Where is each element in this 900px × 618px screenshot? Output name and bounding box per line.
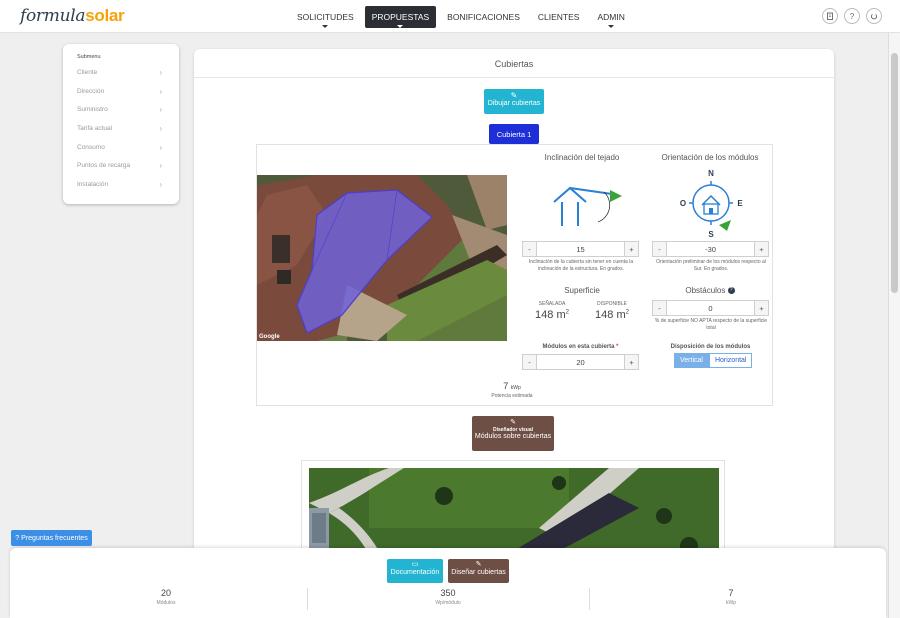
help-icon: ? [15, 534, 20, 542]
inclination-note: Inclinación de la cubierta sin tener en … [528, 259, 634, 272]
decrement-button[interactable]: - [653, 301, 667, 315]
chevron-right-icon: › [159, 86, 162, 96]
help-icon[interactable]: ? [727, 287, 735, 295]
design-roofs-button[interactable]: ✎ Diseñar cubiertas [448, 559, 509, 583]
nav-item-bonificaciones[interactable]: BONIFICACIONES [440, 6, 527, 28]
nav-item-admin[interactable]: ADMIN [590, 6, 631, 28]
help-icon[interactable]: ? [844, 8, 860, 24]
stat-modules: 20 Módulos [156, 588, 176, 606]
orientation-stepper[interactable]: - -30 + [652, 241, 769, 257]
map-attribution: Google [259, 334, 280, 340]
inclination-value[interactable]: 15 [537, 242, 624, 256]
roof-panel: Google Inclinación del tejado - 15 + Inc… [256, 144, 773, 406]
chevron-right-icon: › [159, 105, 162, 115]
obstacles-value[interactable]: 0 [667, 301, 754, 315]
roofs-card: Cubiertas ✎ Dibujar cubiertas Cubierta 1 [194, 49, 834, 569]
edit-icon: ✎ [510, 419, 516, 426]
caret-down-icon [322, 25, 329, 28]
submenu-item-tarifa[interactable]: Tarifa actual › [77, 122, 179, 141]
draw-roofs-button[interactable]: ✎ Dibujar cubiertas [484, 89, 544, 114]
main-nav: SOLICITUDES PROPUESTAS BONIFICACIONES CL… [290, 6, 632, 28]
brand-logo[interactable]: formulasolar [20, 6, 125, 26]
chevron-right-icon: › [159, 180, 162, 190]
layout-horizontal-option[interactable]: Horizontal [708, 353, 753, 368]
increment-button[interactable]: + [754, 301, 768, 315]
submenu-item-suministro[interactable]: Suministro › [77, 103, 179, 122]
modules-stepper[interactable]: - 20 + [522, 354, 639, 370]
decrement-button[interactable]: - [523, 355, 537, 369]
obstacles-stepper[interactable]: - 0 + [652, 300, 769, 316]
nav-item-propuestas[interactable]: PROPUESTAS [364, 6, 437, 28]
submenu-item-recarga[interactable]: Puntos de recarga › [77, 159, 179, 178]
chevron-right-icon: › [159, 142, 162, 152]
submenu-item-instalacion[interactable]: Instalación › [77, 178, 179, 197]
orientation-value[interactable]: -30 [667, 242, 754, 256]
edit-icon: ✎ [510, 91, 518, 100]
compass-n: N [708, 169, 714, 178]
aerial-roof-map[interactable]: Google [257, 175, 507, 341]
compass-e: E [737, 199, 743, 208]
page-title: Cubiertas [494, 59, 534, 69]
summary-footer: ▭ Documentación ✎ Diseñar cubiertas 20 M… [10, 548, 886, 618]
nav-item-solicitudes[interactable]: SOLICITUDES [290, 6, 361, 28]
caret-down-icon [608, 25, 615, 28]
documentation-button[interactable]: ▭ Documentación [387, 559, 443, 583]
brand-logo-part1: formula [20, 6, 86, 26]
divider [194, 77, 834, 78]
surface-marked-value: 148 m2 [535, 309, 569, 321]
decrement-button[interactable]: - [523, 242, 537, 256]
vertical-scrollbar[interactable] [888, 33, 900, 618]
visual-designer-button[interactable]: ✎ Diseñador visual Módulos sobre cubiert… [472, 416, 554, 451]
building-icon[interactable] [822, 8, 838, 24]
layout-title: Disposición de los módulos [670, 344, 751, 350]
layout-vertical-option[interactable]: Vertical [674, 353, 709, 368]
top-navbar: formulasolar SOLICITUDES PROPUESTAS BONI… [0, 0, 900, 33]
top-icon-group: ? [822, 8, 882, 24]
nav-item-clientes[interactable]: CLIENTES [531, 6, 587, 28]
modules-value[interactable]: 20 [537, 355, 624, 369]
stat-wp-module: 350 Wp/módulo [435, 588, 461, 606]
scrollbar-thumb[interactable] [891, 53, 898, 293]
increment-button[interactable]: + [624, 355, 638, 369]
tab-cubierta-1[interactable]: Cubierta 1 [489, 124, 539, 144]
orientation-title: Orientación de los módulos [661, 153, 759, 162]
increment-button[interactable]: + [754, 242, 768, 256]
brand-logo-part2: solar [85, 6, 125, 25]
submenu-title: Submenu [77, 54, 101, 60]
stat-kwp: 7 kWp [726, 588, 736, 606]
obstacles-title: Obstáculos ? [650, 286, 770, 295]
edit-icon: ✎ [475, 561, 482, 568]
obstacles-note: % de superficie NO APTA respecto de la s… [654, 318, 768, 331]
surface-title: Superficie [564, 286, 600, 295]
increment-button[interactable]: + [624, 242, 638, 256]
caret-down-icon [397, 25, 404, 28]
folder-icon: ▭ [411, 561, 419, 568]
chevron-right-icon: › [159, 124, 162, 134]
compass-s: S [708, 230, 714, 239]
orientation-note: Orientación preliminar de los módulos re… [656, 259, 766, 272]
surface-available-label: DISPONIBLE [596, 301, 627, 307]
compass-icon: N S O E [680, 169, 743, 239]
decrement-button[interactable]: - [653, 242, 667, 256]
power-icon[interactable] [866, 8, 882, 24]
surface-available-value: 148 m2 [595, 309, 629, 321]
layout-toggle: Vertical Horizontal [674, 353, 753, 368]
submenu: Submenu Cliente › Dirección › Suministro › … [63, 44, 179, 204]
submenu-item-cliente[interactable]: Cliente › [77, 66, 179, 85]
submenu-item-consumo[interactable]: Consumo › [77, 141, 179, 160]
roof-angle-icon [553, 186, 622, 226]
submenu-item-direccion[interactable]: Dirección › [77, 85, 179, 104]
estimated-power-label: Potencia estimada [491, 393, 533, 399]
modules-title: Módulos en esta cubierta * [542, 344, 619, 350]
surface-marked-label: SEÑALADA [538, 301, 566, 307]
estimated-power-value: 7 kWp [503, 381, 521, 391]
compass-o: O [680, 199, 686, 208]
inclination-stepper[interactable]: - 15 + [522, 241, 639, 257]
chevron-right-icon: › [159, 161, 162, 171]
chevron-right-icon: › [159, 68, 162, 77]
faq-button[interactable]: ? Preguntas frecuentes [11, 530, 92, 546]
inclination-title: Inclinación del tejado [544, 153, 620, 162]
